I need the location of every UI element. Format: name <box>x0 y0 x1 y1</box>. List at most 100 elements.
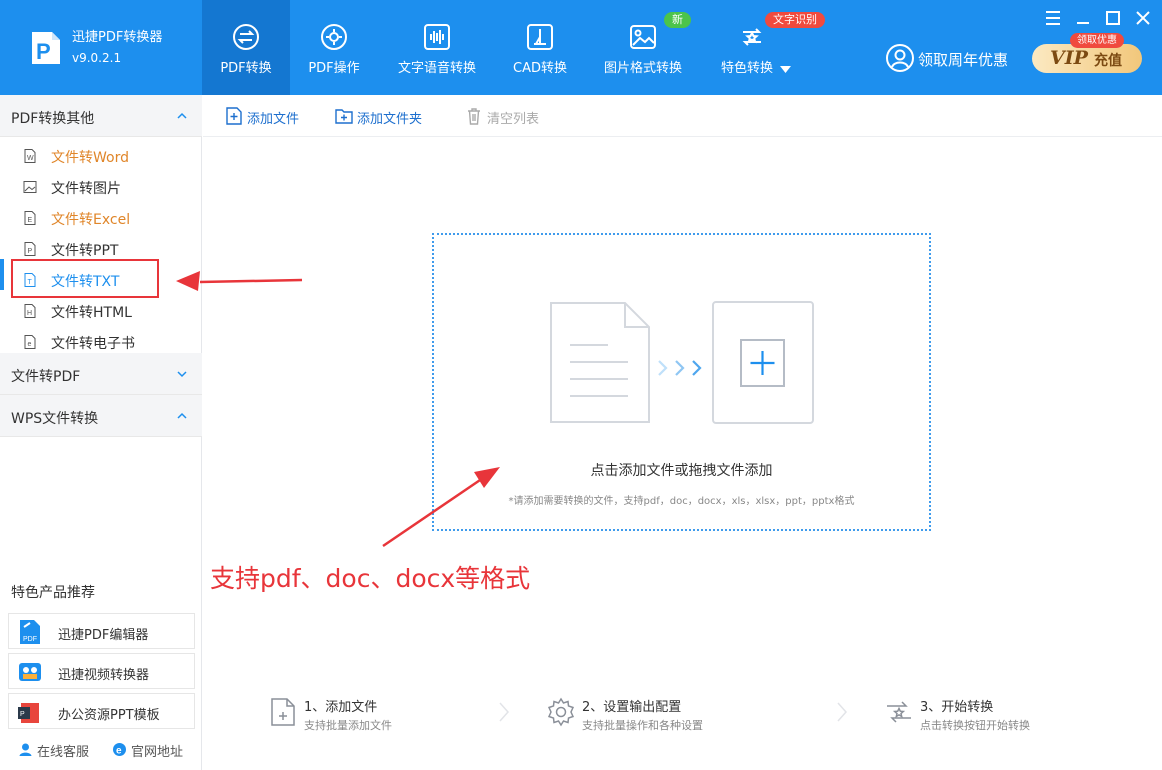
gear-icon <box>547 697 575 727</box>
chevron-right-icon <box>499 702 510 722</box>
svg-text:e: e <box>116 746 122 757</box>
sidebar-item-label: 文件转HTML <box>51 305 132 321</box>
sidebar-item-to-word[interactable]: W 文件转Word <box>0 140 202 171</box>
convert-step-icon <box>887 701 911 723</box>
footer-label: 官网地址 <box>131 745 184 760</box>
chevron-right-icon <box>837 702 848 722</box>
html-file-icon: H <box>24 304 36 318</box>
step-desc: 支持批量操作和各种设置 <box>582 719 703 732</box>
section-wps-convert[interactable]: WPS文件转换 <box>0 395 202 437</box>
vip-offer-badge: 领取优惠 <box>1070 33 1124 48</box>
image-file-icon <box>23 181 37 193</box>
ebook-file-icon: e <box>24 335 36 349</box>
ppt-file-icon: P <box>24 242 36 256</box>
section-title: WPS文件转换 <box>11 411 99 427</box>
svg-text:P: P <box>36 39 51 64</box>
minimize-icon <box>1077 22 1089 24</box>
maximize-button[interactable] <box>1103 8 1123 28</box>
highlight-box <box>11 259 159 298</box>
customer-service-icon <box>19 743 32 756</box>
featured-label: 迅捷PDF编辑器 <box>58 628 149 643</box>
pdf-editor-icon: PDF <box>20 620 40 644</box>
sidebar-item-to-image[interactable]: 文件转图片 <box>0 171 202 202</box>
chevron-up-icon <box>177 412 187 419</box>
drop-title: 点击添加文件或拖拽文件添加 <box>590 463 773 479</box>
svg-text:E: E <box>28 217 33 224</box>
word-file-icon: W <box>24 149 36 163</box>
tab-pdf-convert[interactable]: PDF转换 <box>202 0 290 95</box>
annotation-arrow-left <box>176 271 303 291</box>
menu-icon <box>1046 11 1060 25</box>
cad-icon <box>527 24 553 50</box>
featured-title: 特色产品推荐 <box>11 585 95 601</box>
featured-video-converter[interactable]: 迅捷视频转换器 <box>8 653 195 689</box>
section-title: PDF转换其他 <box>11 111 95 127</box>
add-file-label: 添加文件 <box>247 112 300 127</box>
vip-suffix: 充值 <box>1094 53 1122 69</box>
annotation-text: 支持pdf、doc、docx等格式 <box>210 564 531 593</box>
tab-cad-convert[interactable]: CAD转换 <box>500 0 580 95</box>
svg-text:W: W <box>27 155 34 162</box>
menu-button[interactable] <box>1043 8 1063 28</box>
excel-file-icon: E <box>24 211 36 225</box>
sidebar-item-label: 文件转图片 <box>51 181 121 197</box>
nav-label: 图片格式转换 <box>603 61 682 76</box>
arrows-icon <box>658 360 702 376</box>
add-folder-label: 添加文件夹 <box>357 112 423 127</box>
featured-pdf-editor[interactable]: PDF 迅捷PDF编辑器 <box>8 613 195 649</box>
svg-text:P: P <box>20 711 25 718</box>
sidebar-item-label: 文件转Word <box>51 150 129 166</box>
sidebar-item-label: 文件转电子书 <box>51 336 135 352</box>
chevron-down-icon[interactable] <box>780 66 791 74</box>
app-logo-icon: P <box>32 32 60 64</box>
nav-label: CAD转换 <box>513 61 567 76</box>
toolbar: 添加文件 添加文件夹 清空列表 <box>203 95 1162 137</box>
sidebar-item-to-html[interactable]: H 文件转HTML <box>0 295 202 326</box>
sidebar-item-label: 文件转PPT <box>51 243 119 259</box>
svg-text:P: P <box>28 248 33 255</box>
svg-text:PDF: PDF <box>23 636 37 643</box>
nav-label: PDF操作 <box>308 61 360 76</box>
chevron-down-icon <box>177 371 187 378</box>
section-file-to-pdf[interactable]: 文件转PDF <box>0 353 202 395</box>
new-badge: 新 <box>664 12 691 28</box>
tab-pdf-operation[interactable]: PDF操作 <box>290 0 378 95</box>
ocr-badge: 文字识别 <box>765 12 825 28</box>
close-button[interactable] <box>1133 8 1153 28</box>
trash-icon <box>468 108 480 125</box>
add-file-icon <box>226 107 242 125</box>
add-file-step-icon <box>271 698 295 726</box>
svg-text:H: H <box>27 310 32 317</box>
step-desc: 支持批量添加文件 <box>304 719 392 732</box>
add-folder-icon <box>335 109 353 124</box>
vip-word: VIP <box>1050 47 1088 69</box>
pdf-convert-icon <box>233 24 259 50</box>
svg-text:e: e <box>28 341 32 348</box>
drop-subtitle: *请添加需要转换的文件，支持pdf，doc，docx，xls，xlsx，ppt，… <box>508 496 855 507</box>
featured-ppt-template[interactable]: P 办公资源PPT模板 <box>8 693 195 729</box>
chevron-up-icon <box>177 112 187 119</box>
vip-recharge-button[interactable]: VIP 充值 <box>1032 44 1142 73</box>
close-icon <box>1136 11 1150 25</box>
section-title: 文件转PDF <box>11 369 81 385</box>
tab-text-speech[interactable]: 文字语音转换 <box>385 0 489 95</box>
nav-label: 文字语音转换 <box>397 61 476 76</box>
pdf-operation-icon <box>321 24 347 50</box>
browser-icon: e <box>113 743 126 757</box>
app-name: 迅捷PDF转换器 <box>72 30 163 45</box>
audio-wave-icon <box>424 24 450 50</box>
minimize-button[interactable] <box>1073 8 1093 28</box>
sidebar-item-to-excel[interactable]: E 文件转Excel <box>0 202 202 233</box>
maximize-icon <box>1106 11 1120 25</box>
promo-label: 领取周年优惠 <box>918 51 1009 69</box>
special-convert-icon <box>742 28 762 46</box>
step-desc: 点击转换按钮开始转换 <box>920 719 1030 732</box>
section-pdf-convert-other[interactable]: PDF转换其他 <box>0 95 202 137</box>
title-bar: P 迅捷PDF转换器 v9.0.2.1 PDF转换 PDF操作 文字语音转换 C… <box>0 0 1162 95</box>
ppt-template-icon: P <box>18 703 39 723</box>
sidebar-item-label: 文件转Excel <box>51 212 131 228</box>
add-file-placeholder-icon <box>712 301 814 424</box>
clear-list-label: 清空列表 <box>487 112 540 127</box>
step-title: 2、设置输出配置 <box>582 700 682 715</box>
step-title: 1、添加文件 <box>304 700 378 715</box>
